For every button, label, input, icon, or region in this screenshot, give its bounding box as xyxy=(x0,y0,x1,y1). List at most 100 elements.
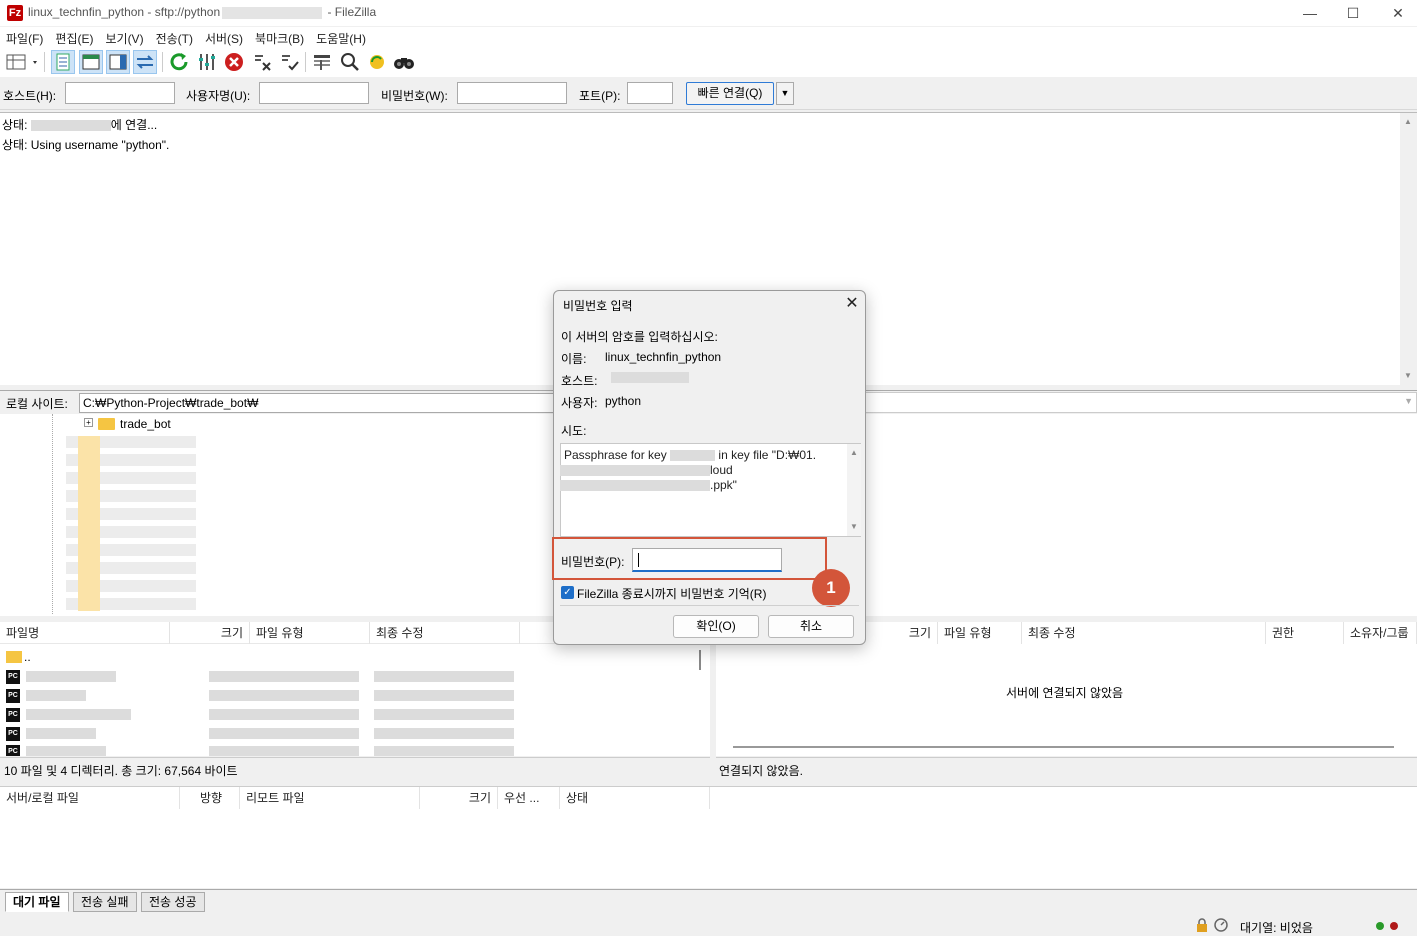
table-row[interactable]: PC xyxy=(6,725,556,743)
remote-path-dropdown-icon[interactable]: ▼ xyxy=(1404,396,1413,406)
menu-file[interactable]: 파일(F) xyxy=(0,27,49,47)
table-row[interactable]: PC xyxy=(6,706,556,724)
table-row[interactable]: PC xyxy=(6,668,556,686)
download-indicator-icon xyxy=(1390,922,1398,930)
tab-successful-transfers[interactable]: 전송 성공 xyxy=(141,892,205,912)
filezilla-app-icon: Fz xyxy=(7,5,23,21)
cancel-button[interactable]: 취소 xyxy=(768,615,854,638)
column-size[interactable]: 크기 xyxy=(866,622,938,644)
window-title-prefix: linux_technfin_python - sftp://python xyxy=(28,5,221,19)
blurred-date xyxy=(374,746,514,756)
column-permissions[interactable]: 권한 xyxy=(1266,622,1344,644)
host-label: 호스트: xyxy=(561,374,598,388)
close-icon[interactable]: ✕ xyxy=(841,293,863,315)
reconnect-icon[interactable] xyxy=(277,50,301,74)
toggle-queue-icon[interactable] xyxy=(133,50,157,74)
search-remote-files-icon[interactable] xyxy=(392,50,416,74)
annotation-step-badge: 1 xyxy=(812,569,850,607)
menu-view[interactable]: 보기(V) xyxy=(99,27,149,47)
menu-transfer[interactable]: 전송(T) xyxy=(150,27,199,47)
window-title: linux_technfin_python - sftp://python - … xyxy=(28,5,376,19)
local-list-scrollbar[interactable] xyxy=(692,646,708,754)
status-bar: 대기열: 비었음 xyxy=(0,914,1417,936)
queue-tabs: 대기 파일 전송 실패 전송 성공 xyxy=(0,889,1417,913)
log-line: 상태: Using username "python". xyxy=(2,138,170,152)
password-label: 비밀번호(W): xyxy=(381,89,448,103)
tab-queued-files[interactable]: 대기 파일 xyxy=(5,892,69,912)
remote-status-bar: 연결되지 않았음. xyxy=(716,757,1417,779)
blurred-date xyxy=(374,709,514,720)
column-filetype[interactable]: 파일 유형 xyxy=(938,622,1022,644)
quickconnect-dropdown-icon[interactable]: ▼ xyxy=(776,82,794,105)
synchronized-browsing-icon[interactable] xyxy=(365,50,389,74)
blurred-filetype xyxy=(209,690,359,701)
password-field-label: 비밀번호(P): xyxy=(561,555,625,569)
column-remote-file[interactable]: 리모트 파일 xyxy=(240,787,420,809)
log-scrollbar[interactable]: ▲ ▼ xyxy=(1400,113,1417,386)
menu-server[interactable]: 서버(S) xyxy=(199,27,249,47)
tree-folder-label[interactable]: trade_bot xyxy=(120,417,171,431)
directory-comparison-icon[interactable] xyxy=(338,50,362,74)
column-filetype[interactable]: 파일 유형 xyxy=(250,622,370,644)
port-input[interactable] xyxy=(627,82,673,104)
challenge-textbox[interactable]: Passphrase for key in key file "D:₩01. l… xyxy=(560,443,861,537)
blurred-host xyxy=(30,120,111,132)
disconnect-icon[interactable] xyxy=(250,50,274,74)
username-input[interactable] xyxy=(259,82,369,104)
column-size[interactable]: 크기 xyxy=(170,622,250,644)
port-label: 포트(P): xyxy=(579,89,621,103)
scroll-up-icon[interactable]: ▲ xyxy=(1404,117,1412,126)
process-queue-icon[interactable] xyxy=(195,50,219,74)
remember-password-checkbox[interactable]: ✓ xyxy=(561,586,574,599)
ok-button[interactable]: 확인(O) xyxy=(673,615,759,638)
refresh-icon[interactable] xyxy=(167,50,191,74)
menu-edit[interactable]: 편집(E) xyxy=(49,27,99,47)
scroll-down-icon[interactable]: ▼ xyxy=(850,522,858,531)
toggle-local-tree-icon[interactable] xyxy=(79,50,103,74)
text-caret xyxy=(638,553,639,567)
maximize-button[interactable]: ☐ xyxy=(1330,0,1376,26)
divider xyxy=(560,605,859,606)
lock-icon xyxy=(1196,918,1208,932)
username-label: 사용자명(U): xyxy=(186,89,251,103)
speed-limit-icon[interactable] xyxy=(1214,918,1228,932)
scroll-down-icon[interactable]: ▼ xyxy=(1404,371,1412,380)
column-owner[interactable]: 소유자/그룹 xyxy=(1344,622,1417,644)
column-server-local-file[interactable]: 서버/로컬 파일 xyxy=(0,787,180,809)
column-modified[interactable]: 최종 수정 xyxy=(370,622,520,644)
expand-icon[interactable]: + xyxy=(84,418,93,427)
table-row[interactable]: PC xyxy=(6,687,556,705)
minimize-button[interactable]: — xyxy=(1287,0,1333,26)
local-path-input[interactable]: C:₩Python-Project₩trade_bot₩ xyxy=(79,393,559,413)
remote-hscrollbar[interactable] xyxy=(733,746,1394,748)
window-title-suffix: - FileZilla xyxy=(327,5,377,19)
column-priority[interactable]: 우선 ... xyxy=(498,787,560,809)
list-item[interactable]: .. xyxy=(6,650,556,668)
menu-help[interactable]: 도움말(H) xyxy=(310,27,372,47)
password-field[interactable] xyxy=(632,548,782,572)
tab-failed-transfers[interactable]: 전송 실패 xyxy=(73,892,137,912)
challenge-scrollbar[interactable]: ▲ ▼ xyxy=(847,444,861,536)
password-input[interactable] xyxy=(457,82,567,104)
column-modified[interactable]: 최종 수정 xyxy=(1022,622,1266,644)
local-status-text: 10 파일 및 4 디렉터리. 총 크기: 67,564 바이트 xyxy=(4,764,238,778)
toolbar xyxy=(0,47,1417,77)
scroll-up-icon[interactable]: ▲ xyxy=(850,448,858,457)
column-filename[interactable]: 파일명 xyxy=(0,622,170,644)
toggle-log-icon[interactable] xyxy=(51,50,75,74)
site-manager-icon[interactable] xyxy=(4,50,40,74)
cancel-operation-icon[interactable] xyxy=(222,50,246,74)
menu-bookmarks[interactable]: 북마크(B) xyxy=(249,27,310,47)
toggle-remote-tree-icon[interactable] xyxy=(106,50,130,74)
close-window-button[interactable]: ✕ xyxy=(1375,0,1417,26)
upload-indicator-icon xyxy=(1376,922,1384,930)
quickconnect-button[interactable]: 빠른 연결(Q) xyxy=(686,82,774,105)
column-status[interactable]: 상태 xyxy=(560,787,710,809)
host-input[interactable] xyxy=(65,82,175,104)
remember-password-label[interactable]: FileZilla 종료시까지 비밀번호 기억(R) xyxy=(577,585,766,602)
parent-directory[interactable]: .. xyxy=(24,650,31,664)
table-row[interactable]: PC xyxy=(6,743,556,756)
column-direction[interactable]: 방향 xyxy=(180,787,240,809)
directory-listing-filter-icon[interactable] xyxy=(310,50,334,74)
column-size[interactable]: 크기 xyxy=(420,787,498,809)
